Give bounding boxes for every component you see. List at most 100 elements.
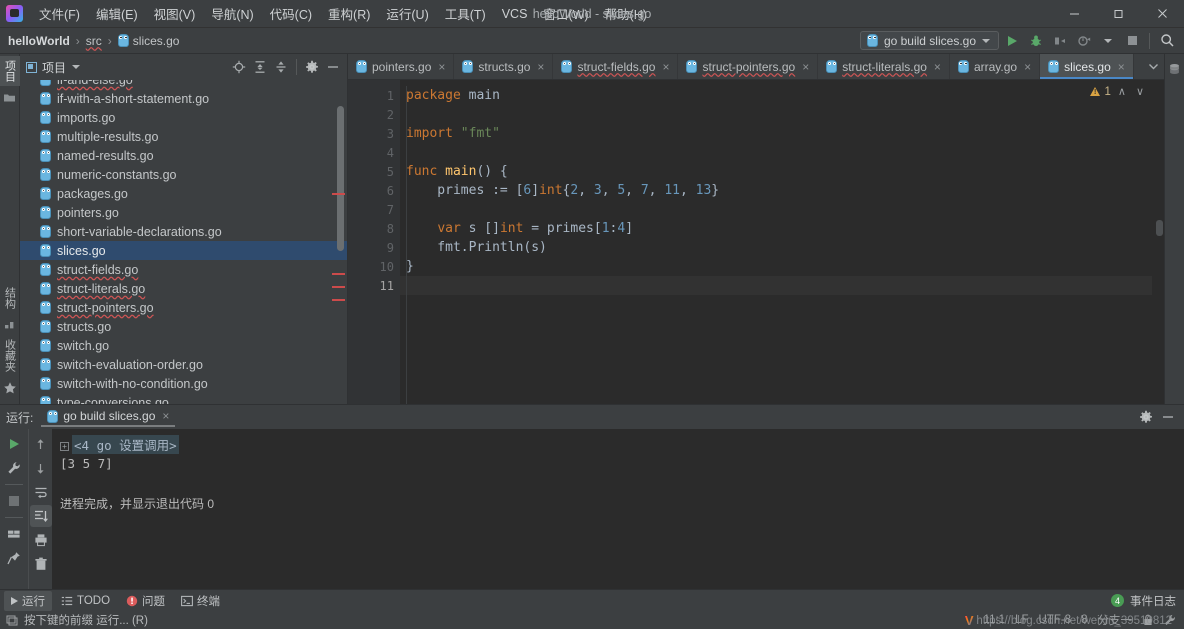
structure-icon[interactable] (4, 318, 16, 330)
tab-list-button[interactable] (1142, 56, 1164, 78)
code-line[interactable]: func main() { (400, 162, 1152, 181)
code-line[interactable] (400, 105, 1152, 124)
project-settings-button[interactable] (302, 57, 322, 77)
line-number[interactable]: 6 (348, 181, 400, 200)
code-line[interactable]: fmt.Println(s) (400, 238, 1152, 257)
status-run-button[interactable]: 运行 (4, 590, 52, 611)
close-icon[interactable]: × (162, 409, 169, 423)
line-number[interactable]: 7 (348, 200, 400, 219)
scroll-up-button[interactable] (30, 433, 52, 455)
stop-button[interactable] (1121, 30, 1143, 52)
menu-item-7[interactable]: 工具(T) (437, 0, 494, 27)
menu-item-3[interactable]: 导航(N) (203, 0, 261, 27)
status-problems-button[interactable]: 问题 (119, 591, 172, 611)
file-encoding[interactable]: UTF-8 (1039, 614, 1072, 626)
maximize-button[interactable] (1096, 0, 1140, 28)
file-tree-item[interactable]: pointers.go (20, 203, 347, 222)
edit-configuration-button[interactable] (3, 457, 25, 479)
editor-tab[interactable]: structs.go × (454, 54, 554, 79)
line-number[interactable]: 2 (348, 105, 400, 124)
prev-problem-button[interactable]: ∧ (1115, 85, 1129, 98)
folder-icon[interactable] (3, 91, 16, 104)
menu-item-6[interactable]: 运行(U) (378, 0, 436, 27)
editor-tab[interactable]: pointers.go × (348, 54, 455, 79)
status-todo-button[interactable]: TODO (54, 593, 117, 609)
line-number[interactable]: 11 (348, 276, 400, 295)
print-button[interactable] (30, 529, 52, 551)
line-number[interactable]: 9 (348, 238, 400, 257)
menu-item-8[interactable]: VCS (494, 3, 536, 25)
file-tree-item[interactable]: named-results.go (20, 146, 347, 165)
code-line[interactable]: primes := [6]int{2, 3, 5, 7, 11, 13} (400, 181, 1152, 200)
file-tree-item[interactable]: switch.go (20, 336, 347, 355)
run-configuration-selector[interactable]: go build slices.go (859, 31, 999, 50)
rail-item-project[interactable]: 项目 (0, 56, 20, 86)
editor-inspection-widget[interactable]: 1 ∧ ∨ (1087, 84, 1150, 99)
editor-scrollbar[interactable] (1152, 80, 1164, 404)
code-line[interactable] (400, 143, 1152, 162)
select-opened-file-button[interactable] (229, 57, 249, 77)
run-settings-button[interactable] (1136, 407, 1156, 427)
file-tree-item[interactable]: struct-literals.go (20, 279, 347, 298)
editor-tab[interactable]: array.go × (950, 54, 1041, 79)
menu-item-5[interactable]: 重构(R) (320, 0, 378, 27)
file-tree-item[interactable]: short-variable-declarations.go (20, 222, 347, 241)
file-tree-item[interactable]: switch-evaluation-order.go (20, 355, 347, 374)
menu-item-2[interactable]: 视图(V) (146, 0, 204, 27)
scroll-to-end-button[interactable] (29, 505, 52, 527)
file-tree-item[interactable]: if-and-else.go (20, 80, 347, 89)
layout-button[interactable] (3, 523, 25, 545)
file-tree-item[interactable]: struct-pointers.go (20, 298, 347, 317)
editor-tab[interactable]: slices.go × (1040, 54, 1134, 79)
database-icon[interactable] (1168, 63, 1181, 76)
menu-item-1[interactable]: 编辑(E) (88, 0, 146, 27)
run-tab[interactable]: go build slices.go × (41, 407, 176, 427)
debug-button[interactable] (1025, 30, 1047, 52)
file-tree-item[interactable]: if-with-a-short-statement.go (20, 89, 347, 108)
code-content[interactable]: package main import "fmt" func main() { … (400, 80, 1152, 404)
expand-all-button[interactable] (250, 57, 270, 77)
breadcrumb-item-file[interactable]: slices.go (133, 34, 180, 48)
file-tree-item[interactable]: imports.go (20, 108, 347, 127)
file-tree-item[interactable]: packages.go (20, 184, 347, 203)
soft-wrap-button[interactable] (30, 481, 52, 503)
search-everywhere-button[interactable] (1156, 30, 1178, 52)
star-icon[interactable] (3, 381, 17, 395)
indent-size[interactable]: 8 (1081, 614, 1087, 626)
rail-item-favorites[interactable]: 收藏夹 (0, 335, 20, 376)
project-file-tree[interactable]: if-and-else.go if-with-a-short-statement.… (20, 80, 347, 404)
file-tree-item[interactable]: structs.go (20, 317, 347, 336)
caret-position[interactable]: 11:1 (984, 614, 1006, 626)
git-branch[interactable]: 分支一 (1098, 612, 1133, 628)
expand-icon[interactable]: + (60, 442, 69, 451)
line-number[interactable]: 10 (348, 257, 400, 276)
menu-item-4[interactable]: 代码(C) (262, 0, 320, 27)
editor-tab[interactable]: struct-literals.go × (818, 54, 950, 79)
code-line[interactable]: var s []int = primes[1:4] (400, 219, 1152, 238)
run-button[interactable] (1001, 30, 1023, 52)
scrollbar-thumb[interactable] (1156, 220, 1163, 236)
run-with-coverage-button[interactable] (1049, 30, 1071, 52)
line-number[interactable]: 3 (348, 124, 400, 143)
editor-tab[interactable]: struct-fields.go × (553, 54, 679, 79)
run-console[interactable]: + <4 go 设置调用> [3 5 7] 进程完成，并显示退出代码 0 (52, 429, 1184, 589)
stop-button[interactable] (3, 490, 25, 512)
breadcrumb-item-src[interactable]: src (86, 34, 102, 48)
event-log-label[interactable]: 事件日志 (1130, 593, 1176, 609)
file-tree-item[interactable]: switch-with-no-condition.go (20, 374, 347, 393)
file-tree-item[interactable]: slices.go (20, 241, 347, 260)
code-line[interactable]: package main (400, 86, 1152, 105)
profile-button[interactable] (1073, 30, 1095, 52)
hide-run-window-button[interactable] (1158, 407, 1178, 427)
close-icon[interactable]: × (934, 60, 941, 74)
close-icon[interactable]: × (537, 60, 544, 74)
code-line[interactable] (400, 200, 1152, 219)
profile-dropdown[interactable] (1097, 30, 1119, 52)
file-tree-item[interactable]: numeric-constants.go (20, 165, 347, 184)
collapse-all-button[interactable] (271, 57, 291, 77)
file-tree-item[interactable]: struct-fields.go (20, 260, 347, 279)
close-icon[interactable]: × (1118, 60, 1125, 74)
editor-tab[interactable]: struct-pointers.go × (678, 54, 819, 79)
line-number[interactable]: 1 (348, 86, 400, 105)
minimize-button[interactable] (1052, 0, 1096, 28)
